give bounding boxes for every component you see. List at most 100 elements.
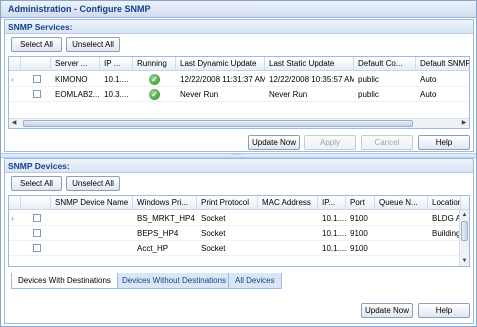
last-static-update-cell: Never Run xyxy=(269,90,308,99)
scroll-down-icon[interactable]: ▼ xyxy=(460,256,469,266)
table-row[interactable]: Acct_HP Socket 10.1.... 9100 xyxy=(9,241,459,256)
row-checkbox[interactable] xyxy=(33,244,41,252)
ip-cell: 10.1.... xyxy=(322,244,346,253)
snmp-devices-panel: SNMP Devices: Select All Unselect All SN… xyxy=(4,158,474,324)
window-titlebar: Administration - Configure SNMP xyxy=(1,1,476,18)
queue-name-cell xyxy=(375,226,428,241)
column-port[interactable]: Port xyxy=(346,196,375,210)
port-cell: 9100 xyxy=(350,244,368,253)
ip-cell: 10.1.... xyxy=(322,214,346,223)
location-cell: Building A xyxy=(432,229,459,238)
last-dynamic-update-cell: Never Run xyxy=(180,90,219,99)
window-title: Administration - Configure SNMP xyxy=(8,4,151,14)
table-row[interactable]: BEPS_HP4 Socket 10.1.... 9100 Building A xyxy=(9,226,459,241)
default-community-cell: public xyxy=(358,90,379,99)
column-print-protocol[interactable]: Print Protocol xyxy=(197,196,258,210)
row-indicator-header xyxy=(9,196,21,210)
last-static-update-cell: 12/22/2008 10:35:57 AM xyxy=(269,75,354,84)
server-name-cell: EOMLAB2... xyxy=(55,90,100,99)
print-protocol-cell: Socket xyxy=(201,214,226,223)
windows-printer-cell: BEPS_HP4 xyxy=(137,229,179,238)
row-checkbox[interactable] xyxy=(33,214,41,222)
column-last-static-update[interactable]: Last Static Update xyxy=(265,57,354,71)
column-queue-name[interactable]: Queue N... xyxy=(375,196,428,210)
devices-header-title: SNMP Devices: xyxy=(8,161,70,171)
devices-select-all-button[interactable]: Select All xyxy=(11,176,62,191)
ip-cell: 10.1.... xyxy=(322,229,346,238)
scroll-up-icon[interactable]: ▲ xyxy=(460,210,469,220)
devices-update-now-button[interactable]: Update Now xyxy=(361,303,413,318)
table-row[interactable]: EOMLAB2... 10.3.... ✓ Never Run Never Ru… xyxy=(9,87,469,102)
devices-grid-header: SNMP Device Name Windows Pri... Print Pr… xyxy=(9,196,469,210)
row-indicator-header xyxy=(9,57,21,71)
row-checkbox[interactable] xyxy=(33,75,41,83)
column-ip[interactable]: IP... xyxy=(318,196,346,210)
ip-cell: 10.1.... xyxy=(104,75,129,84)
column-snmp-device-name[interactable]: SNMP Device Name xyxy=(51,196,133,210)
services-select-all-button[interactable]: Select All xyxy=(11,37,62,52)
tab-devices-without-destinations[interactable]: Devices Without Destinations xyxy=(115,273,234,289)
devices-vertical-scrollbar[interactable]: ▲ ▼ xyxy=(459,210,469,266)
configure-snmp-window: Administration - Configure SNMP SNMP Ser… xyxy=(0,0,477,327)
services-grid-header: Server ... IP ... Running Last Dynamic U… xyxy=(9,57,469,71)
column-mac-address[interactable]: MAC Address xyxy=(258,196,318,210)
print-protocol-cell: Socket xyxy=(201,244,226,253)
default-version-cell: Auto xyxy=(420,75,437,84)
column-default-snmp-version[interactable]: Default SNMP V xyxy=(416,57,469,71)
table-row[interactable]: › KIMONO 10.1.... ✓ 12/22/2008 11:31:37 … xyxy=(9,72,469,87)
table-row[interactable]: › BS_MRKT_HP4 Socket 10.1.... 9100 BLDG … xyxy=(9,211,459,226)
scroll-right-icon[interactable]: ▶ xyxy=(459,119,469,128)
services-help-button[interactable]: Help xyxy=(418,135,470,150)
row-checkbox[interactable] xyxy=(33,229,41,237)
device-name-cell xyxy=(51,241,133,256)
row-checkbox[interactable] xyxy=(33,90,41,98)
scroll-left-icon[interactable]: ◀ xyxy=(9,119,19,128)
services-header-title: SNMP Services: xyxy=(8,22,73,32)
splitter-grip-icon[interactable]: ····· xyxy=(231,151,243,158)
mac-address-cell xyxy=(258,241,318,256)
column-location[interactable]: Location xyxy=(428,196,461,210)
devices-grid: SNMP Device Name Windows Pri... Print Pr… xyxy=(8,195,470,267)
server-name-cell: KIMONO xyxy=(55,75,88,84)
column-last-dynamic-update[interactable]: Last Dynamic Update xyxy=(176,57,265,71)
services-horizontal-scrollbar[interactable]: ◀ ▶ xyxy=(9,118,469,128)
apply-button[interactable]: Apply xyxy=(304,135,356,150)
mac-address-cell xyxy=(258,226,318,241)
port-cell: 9100 xyxy=(350,214,368,223)
column-windows-printer[interactable]: Windows Pri... xyxy=(133,196,197,210)
default-community-cell: public xyxy=(358,75,379,84)
column-default-community[interactable]: Default Co... xyxy=(354,57,416,71)
device-name-cell xyxy=(51,226,133,241)
services-unselect-all-button[interactable]: Unselect All xyxy=(66,37,120,52)
column-running[interactable]: Running xyxy=(133,57,176,71)
devices-panel-header: SNMP Devices: xyxy=(5,159,473,173)
check-circle-icon: ✓ xyxy=(149,74,160,85)
snmp-services-panel: SNMP Services: Select All Unselect All S… xyxy=(4,19,474,152)
print-protocol-cell: Socket xyxy=(201,229,226,238)
check-circle-icon: ✓ xyxy=(149,89,160,100)
default-version-cell: Auto xyxy=(420,90,437,99)
last-dynamic-update-cell: 12/22/2008 11:31:37 AM xyxy=(180,75,265,84)
ip-cell: 10.3.... xyxy=(104,90,129,99)
services-grid: Server ... IP ... Running Last Dynamic U… xyxy=(8,56,470,129)
tab-devices-with-destinations[interactable]: Devices With Destinations xyxy=(11,273,118,289)
location-cell: BLDG A xyxy=(432,214,459,223)
windows-printer-cell: BS_MRKT_HP4 xyxy=(137,214,195,223)
chevron-right-icon: › xyxy=(11,75,14,84)
scroll-thumb[interactable] xyxy=(461,221,468,241)
scroll-thumb[interactable] xyxy=(23,120,413,127)
services-panel-header: SNMP Services: xyxy=(5,20,473,34)
column-ip[interactable]: IP ... xyxy=(100,57,133,71)
devices-unselect-all-button[interactable]: Unselect All xyxy=(66,176,120,191)
devices-help-button[interactable]: Help xyxy=(418,303,470,318)
cancel-button[interactable]: Cancel xyxy=(361,135,413,150)
port-cell: 9100 xyxy=(350,229,368,238)
column-server[interactable]: Server ... xyxy=(51,57,100,71)
checkbox-column-header[interactable] xyxy=(21,196,51,210)
queue-name-cell xyxy=(375,211,428,226)
services-update-now-button[interactable]: Update Now xyxy=(248,135,300,150)
tab-all-devices[interactable]: All Devices xyxy=(228,273,282,289)
mac-address-cell xyxy=(258,211,318,226)
checkbox-column-header[interactable] xyxy=(21,57,51,71)
device-name-cell xyxy=(51,211,133,226)
